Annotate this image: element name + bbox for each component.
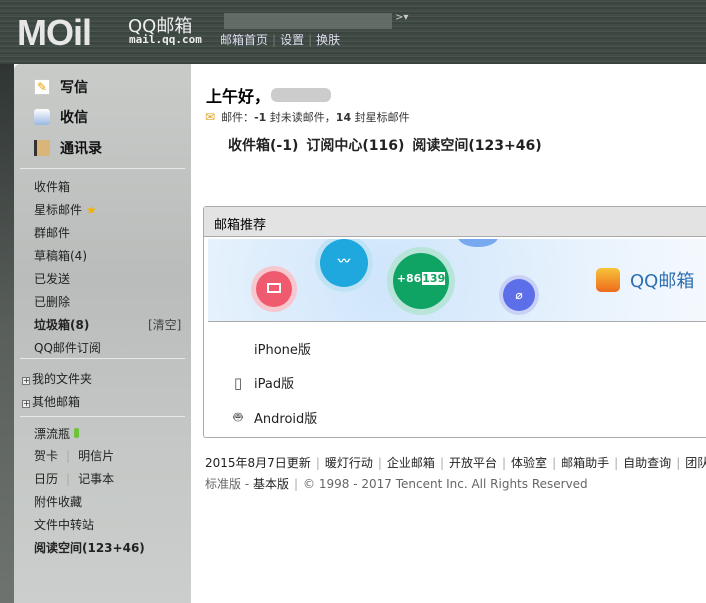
background-strip: [0, 64, 14, 603]
expand-icon: +: [22, 376, 30, 385]
link-file-transfer[interactable]: 文件中转站: [34, 516, 94, 533]
quick-links: 收件箱(-1) 订阅中心(116) 阅读空间(123+46): [228, 135, 550, 155]
calendar-row: 日历 | 记事本: [34, 472, 115, 486]
footer-link[interactable]: 开放平台: [449, 456, 497, 470]
cards-row: 贺卡 | 明信片: [34, 449, 115, 463]
promo-banner[interactable]: 〰 +86139 ⌀ QQ邮箱: [208, 239, 706, 322]
footer-links: 2015年8月7日更新 | 暖灯行动 | 企业邮箱 | 开放平台 | 体验室 | 邮箱助手 | 自助查询…: [205, 454, 706, 471]
nav-settings[interactable]: 设置: [280, 33, 304, 47]
bottle-icon: [73, 428, 79, 438]
unread-count[interactable]: -1: [254, 111, 266, 124]
folder-starred[interactable]: 星标邮件 ★: [34, 201, 97, 218]
star-icon: ★: [85, 203, 97, 217]
drift-bottle[interactable]: 漂流瓶: [34, 425, 79, 442]
folder-group[interactable]: 群邮件: [34, 224, 70, 241]
receive-button[interactable]: 收信: [34, 107, 88, 127]
app-android[interactable]: 🤖︎ Android版: [230, 407, 317, 428]
starred-count[interactable]: 14: [336, 111, 351, 124]
version-standard[interactable]: 标准版: [205, 477, 241, 491]
link-notes[interactable]: 记事本: [78, 472, 114, 486]
footer-link[interactable]: 企业邮箱: [387, 456, 435, 470]
calendar-icon: [256, 271, 292, 307]
link-cards[interactable]: 贺卡: [34, 449, 58, 463]
envelope-icon: ✉: [205, 110, 216, 124]
sidebar: ✎ 写信 收信 通讯录 收件箱 星标邮件 ★ 群邮件 草稿箱(4) 已发送 已删除…: [14, 64, 191, 603]
quick-reading[interactable]: 阅读空间(123+46): [412, 138, 541, 154]
folder-sent[interactable]: 已发送: [34, 270, 70, 287]
link-reading-space[interactable]: 阅读空间(123+46): [34, 539, 145, 556]
android-icon: 🤖︎: [233, 408, 243, 426]
mail-summary: ✉ 邮件：-1 封未读邮件，14 封星标邮件: [205, 110, 410, 124]
empty-spam-button[interactable]: [清空]: [148, 316, 181, 333]
main-content: 上午好， ✉ 邮件：-1 封未读邮件，14 封星标邮件 收件箱(-1) 订阅中心(1…: [191, 64, 706, 603]
folder-deleted[interactable]: 已删除: [34, 293, 70, 310]
recommend-panel: 邮箱推荐 〰 +86139 ⌀ QQ邮箱 iPhone版 ▯ iPad版 🤖︎ An…: [203, 206, 706, 438]
top-nav: 邮箱首页 | 设置 | 换肤: [220, 33, 341, 47]
chevron-down-icon[interactable]: >▾: [395, 12, 408, 23]
nav-skin[interactable]: 换肤: [316, 33, 340, 47]
my-folders-toggle[interactable]: + 我的文件夹: [22, 370, 92, 387]
folder-inbox[interactable]: 收件箱: [34, 178, 70, 195]
quick-inbox[interactable]: 收件箱(-1): [228, 138, 298, 154]
paperclip-icon: ⌀: [503, 279, 535, 311]
qq-mail-brand: QQ邮箱: [596, 267, 694, 293]
version-basic[interactable]: 基本版: [253, 477, 289, 491]
folder-drafts[interactable]: 草稿箱(4): [34, 247, 87, 264]
folder-subscription[interactable]: QQ邮件订阅: [34, 339, 101, 356]
header: MOil QQ邮箱 mail.qq.com >▾ 邮箱首页 | 设置 | 换肤: [0, 0, 706, 64]
footer-link[interactable]: 2015年8月7日更新: [205, 456, 311, 470]
panel-title: 邮箱推荐: [204, 207, 706, 237]
link-calendar[interactable]: 日历: [34, 472, 58, 486]
user-name-blurred: [271, 88, 331, 102]
nav-home[interactable]: 邮箱首页: [220, 33, 268, 47]
decor-circle: [458, 239, 498, 247]
inbox-icon: [34, 109, 50, 125]
account-name-blurred[interactable]: [224, 13, 392, 29]
greeting: 上午好，: [206, 87, 271, 106]
expand-icon: +: [22, 399, 30, 408]
app-iphone[interactable]: iPhone版: [230, 339, 311, 358]
contacts-button[interactable]: 通讯录: [34, 138, 102, 158]
footer-link[interactable]: 团队: [685, 456, 706, 470]
logo[interactable]: MOil: [17, 12, 92, 54]
folder-spam[interactable]: 垃圾箱(8): [34, 316, 89, 333]
footer-link[interactable]: 体验室: [511, 456, 547, 470]
pencil-icon: ✎: [34, 79, 50, 95]
divider: [20, 416, 185, 417]
drift-bottle-icon: 〰: [320, 239, 368, 287]
brand-url: mail.qq.com: [129, 33, 202, 46]
compose-button[interactable]: ✎ 写信: [34, 77, 88, 97]
quick-subscriptions[interactable]: 订阅中心(116): [306, 138, 404, 154]
link-postcards[interactable]: 明信片: [78, 449, 114, 463]
app-ipad[interactable]: ▯ iPad版: [230, 373, 294, 393]
mail-logo-icon: [596, 268, 620, 292]
link-attachments[interactable]: 附件收藏: [34, 493, 82, 510]
ipad-icon: ▯: [233, 373, 243, 392]
footer-link[interactable]: 自助查询: [623, 456, 671, 470]
footer-copyright: 标准版 - 基本版 | © 1998 - 2017 Tencent Inc. All…: [205, 477, 588, 491]
divider: [20, 358, 185, 359]
footer-link[interactable]: 暖灯行动: [325, 456, 373, 470]
other-mailboxes-toggle[interactable]: + 其他邮箱: [22, 393, 80, 410]
divider: [20, 168, 185, 169]
phone-number-icon: +86139: [393, 253, 449, 309]
footer-link[interactable]: 邮箱助手: [561, 456, 609, 470]
contacts-icon: [34, 140, 50, 156]
